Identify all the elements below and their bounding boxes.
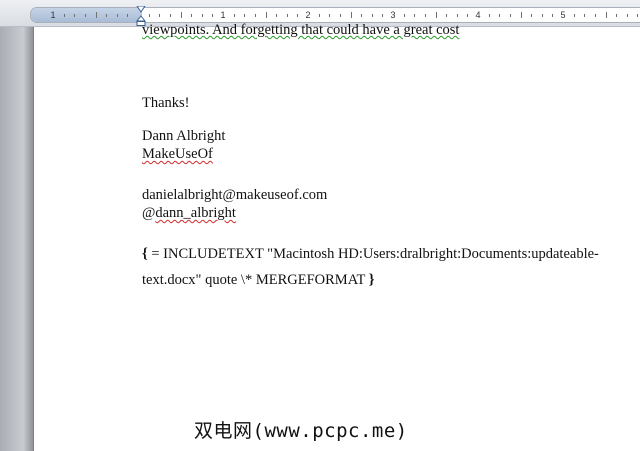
field-code-line-2[interactable]: text.docx" quote \* MERGEFORMAT } [142,271,375,289]
ruler-tick [350,12,352,18]
ruler-tick [361,14,363,17]
ruler-tick [520,12,522,18]
field-close-brace: } [368,272,375,288]
field-code-text-2: text.docx" quote \* MERGEFORMAT [142,272,369,288]
ruler-tick [127,14,129,17]
ruler-tick [637,14,639,17]
field-code-text-1: = INCLUDETEXT "Macintosh HD:Users:dralbr… [147,246,599,262]
ruler-tick [446,14,448,17]
grammar-flagged-text: viewpoints. And forgetting that could ha… [142,22,460,38]
ruler-left-margin [31,8,142,22]
ruler-tick [339,14,341,17]
ruler-tick [106,14,108,17]
ruler-tick [201,14,203,17]
ruler-tick [148,14,150,17]
ruler-tick [414,14,416,17]
ruler-tick [403,14,405,17]
ruler-tick [180,12,182,18]
word-document-window: 1 1 2 3 4 5 viewpoints. And forgetting t… [0,0,640,451]
ruler-tick [63,14,65,17]
ruler-tick [605,12,607,18]
ruler-tick [169,14,171,17]
ruler-tick [212,14,214,17]
ruler-tick [84,14,86,17]
ruler-tick [584,14,586,17]
ruler-tick [531,14,533,17]
ruler-tick [424,14,426,17]
ruler-tick [573,14,575,17]
thanks-line: Thanks! [142,95,190,111]
ruler-tick [329,14,331,17]
ruler-number: 1 [50,10,56,20]
ruler-tick [159,14,161,17]
signature-company: MakeUseOf [142,145,213,163]
ruler-number: 2 [305,10,311,20]
ruler-tick [456,14,458,17]
partial-text-line: viewpoints. And forgetting that could ha… [142,21,459,39]
ruler-tick [318,14,320,17]
ruler-number: 4 [475,10,481,20]
ruler-tick [626,14,628,17]
ruler-number: 3 [390,10,396,20]
ruler-tick [616,14,618,17]
email-line: danielalbright@makeuseof.com [142,187,328,203]
ruler-tick [74,14,76,17]
ruler-tick [371,14,373,17]
ruler-tick [191,14,193,17]
ruler-tick [541,14,543,17]
ruler-tick [552,14,554,17]
ruler-tick [116,14,118,17]
ruler-tick [265,12,267,18]
ruler-tick [233,14,235,17]
document-page[interactable]: viewpoints. And forgetting that could ha… [34,22,640,451]
field-code-line-1[interactable]: { = INCLUDETEXT "Macintosh HD:Users:dral… [142,245,599,263]
handle-line: @dann_albright [142,204,236,222]
ruler-tick [509,14,511,17]
ruler-tick [254,14,256,17]
signature-name: Dann Albright [142,128,226,144]
ruler-tick [594,14,596,17]
ruler-tick [244,14,246,17]
ruler-tick [435,12,437,18]
ruler-tick [467,14,469,17]
spelling-flagged-handle: dann_albright [155,205,236,221]
ruler-tick [488,14,490,17]
ruler-tick [286,14,288,17]
page-gutter [0,27,34,451]
watermark-text: 双电网(www.pcpc.me) [194,420,408,442]
ruler-number: 1 [220,10,226,20]
ruler-tick [382,14,384,17]
ruler-tick [297,14,299,17]
ruler-tick [276,14,278,17]
ruler-number: 5 [560,10,566,20]
ruler-tick [95,12,97,18]
ruler-tick [499,14,501,17]
handle-prefix: @ [142,205,156,221]
spelling-flagged-word: MakeUseOf [142,146,213,162]
